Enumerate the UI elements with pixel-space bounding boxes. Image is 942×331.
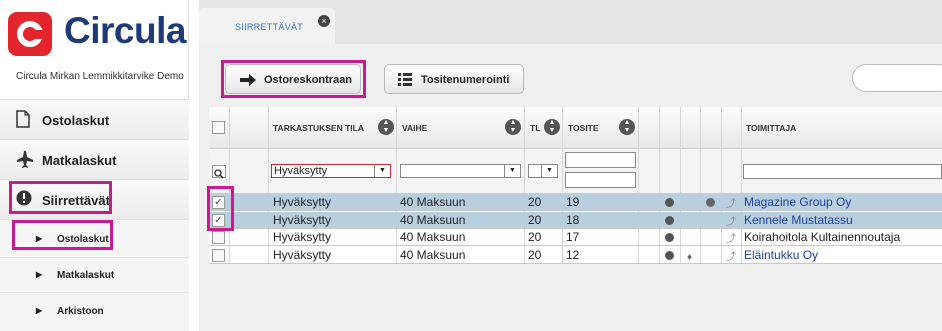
globe-icon[interactable] bbox=[706, 198, 715, 207]
renumber-button[interactable]: Tositenumerointi bbox=[384, 64, 524, 94]
row-status: Hyväksytty bbox=[273, 195, 332, 209]
renumber-button-label: Tositenumerointi bbox=[421, 74, 510, 86]
highlight-siirrettavat bbox=[9, 181, 112, 214]
row-stage: 40 Maksuun bbox=[400, 212, 466, 227]
row-status: Hyväksytty bbox=[273, 247, 332, 262]
info-icon[interactable] bbox=[665, 198, 674, 207]
logo-text: Circula bbox=[64, 10, 186, 51]
row-tl: 20 bbox=[528, 195, 542, 209]
row-tl: 20 bbox=[528, 212, 542, 227]
row-stage: 40 Maksuun bbox=[400, 247, 466, 262]
stage-filter-select[interactable]: ▼ bbox=[400, 164, 521, 178]
column-header-status[interactable]: TARKASTUKSEN TILA bbox=[273, 123, 364, 133]
row-tl: 20 bbox=[528, 230, 542, 244]
row-status: Hyväksytty bbox=[273, 212, 332, 227]
column-header-supplier[interactable]: TOIMITTAJA bbox=[746, 123, 796, 133]
grid-header: TARKASTUKSEN TILA ▲ ▼ VAIHE ▲ ▼ TL ▲ ▼ TOSI… bbox=[209, 107, 942, 149]
row-stage: 40 Maksuun bbox=[400, 230, 466, 244]
column-header-stage[interactable]: VAIHE bbox=[402, 123, 427, 133]
pdf-icon[interactable]: ⤴ bbox=[726, 196, 736, 213]
table-row[interactable]: ✓ Hyväksytty 40 Maksuun 20 18 ⤴ Kennele Mustat… bbox=[209, 211, 942, 231]
status-filter-value: Hyväksytty bbox=[274, 165, 328, 177]
status-filter-select[interactable]: Hyväksytty ▼ bbox=[271, 164, 391, 178]
info-icon[interactable] bbox=[665, 233, 674, 242]
row-status: Hyväksytty bbox=[273, 230, 332, 244]
sidebar: Circula Circula Mirkan Lemmikkitarvike D… bbox=[0, 0, 189, 331]
sidebar-subitem-label: Matkalaskut bbox=[57, 270, 115, 281]
sidebar-item-ostolaskut[interactable]: Ostolaskut bbox=[0, 99, 189, 139]
main-panel: SIIRRETTÄVÄT × Ostoreskontraan Tositenum… bbox=[199, 0, 942, 331]
document-icon bbox=[16, 110, 30, 133]
table-row[interactable]: Hyväksytty 40 Maksuun 20 12 ♦ ⤴ Eläintukku Oy bbox=[209, 247, 942, 264]
tl-filter-select[interactable]: ▼ bbox=[528, 164, 558, 178]
column-header-tl[interactable]: TL bbox=[530, 123, 540, 133]
row-supplier[interactable]: Magazine Group Oy bbox=[744, 194, 851, 211]
table-row[interactable]: ✓ Hyväksytty 40 Maksuun 20 19 ⤴ Magazine Group… bbox=[209, 194, 942, 211]
pdf-icon[interactable]: ⤴ bbox=[726, 249, 736, 266]
triangle-right-icon: ▶ bbox=[36, 270, 43, 279]
row-stage: 40 Maksuun bbox=[400, 195, 466, 209]
row-supplier[interactable]: Eläintukku Oy bbox=[744, 247, 818, 264]
filter-search-icon[interactable] bbox=[212, 165, 226, 179]
pdf-icon[interactable]: ⤴ bbox=[726, 231, 736, 248]
sort-icon[interactable]: ▲ ▼ bbox=[505, 119, 521, 135]
chevron-down-icon: ▼ bbox=[374, 165, 390, 177]
supplier-filter-input[interactable] bbox=[743, 164, 942, 179]
airplane-icon bbox=[16, 150, 34, 173]
select-all-checkbox[interactable] bbox=[212, 121, 225, 134]
info-icon[interactable] bbox=[665, 215, 674, 225]
sidebar-item-matkalaskut[interactable]: Matkalaskut bbox=[0, 139, 189, 179]
tab-siirrettavat[interactable]: SIIRRETTÄVÄT × bbox=[199, 8, 335, 44]
circula-logo-icon bbox=[8, 12, 52, 56]
filter-row: Hyväksytty ▼ ▼ ▼ bbox=[209, 150, 942, 194]
tab-label: SIIRRETTÄVÄT bbox=[235, 22, 304, 32]
doc-filter-from[interactable] bbox=[565, 152, 636, 168]
close-icon[interactable]: × bbox=[318, 15, 330, 27]
row-doc: 18 bbox=[566, 212, 580, 227]
highlight-selected-checkboxes bbox=[207, 186, 234, 231]
row-doc: 19 bbox=[566, 195, 580, 209]
doc-filter-to[interactable] bbox=[565, 172, 636, 188]
sidebar-subitem-matkalaskut[interactable]: ▶ Matkalaskut bbox=[0, 257, 189, 292]
row-supplier[interactable]: Kennele Mustatassu bbox=[744, 212, 853, 229]
row-supplier: Koirahoitola Kultainennoutaja bbox=[744, 230, 901, 244]
data-grid: TARKASTUKSEN TILA ▲ ▼ VAIHE ▲ ▼ TL ▲ ▼ TOSI… bbox=[209, 107, 942, 264]
chevron-down-icon: ▼ bbox=[541, 165, 557, 177]
row-checkbox[interactable] bbox=[212, 231, 225, 244]
sidebar-item-label: Matkalaskut bbox=[42, 153, 117, 168]
column-header-doc[interactable]: TOSITE bbox=[568, 123, 599, 133]
row-tl: 20 bbox=[528, 247, 542, 262]
row-doc: 17 bbox=[566, 230, 580, 244]
highlight-ostolaskut bbox=[12, 220, 113, 250]
search-input[interactable] bbox=[852, 64, 942, 92]
sort-icon[interactable]: ▲ ▼ bbox=[619, 119, 635, 135]
sidebar-subitem-arkistoon[interactable]: ▶ Arkistoon bbox=[0, 292, 189, 331]
sidebar-subitem-label: Arkistoon bbox=[57, 306, 104, 317]
company-name: Circula Mirkan Lemmikkitarvike Demo bbox=[16, 71, 184, 82]
sidebar-item-label: Ostolaskut bbox=[42, 113, 110, 128]
flame-icon: ♦ bbox=[687, 251, 693, 263]
chevron-down-icon: ▼ bbox=[504, 165, 520, 177]
tab-bar: SIIRRETTÄVÄT × bbox=[199, 0, 942, 44]
row-checkbox[interactable] bbox=[212, 248, 225, 262]
sort-icon[interactable]: ▲ ▼ bbox=[544, 119, 560, 135]
row-doc: 12 bbox=[566, 247, 580, 262]
sort-icon[interactable]: ▲ ▼ bbox=[378, 119, 394, 135]
highlight-transfer-button bbox=[221, 60, 366, 98]
pdf-icon[interactable]: ⤴ bbox=[726, 214, 736, 231]
triangle-right-icon: ▶ bbox=[36, 306, 43, 315]
list-icon bbox=[398, 73, 412, 89]
info-icon[interactable] bbox=[665, 250, 674, 260]
table-row[interactable]: Hyväksytty 40 Maksuun 20 17 ⤴ Koirahoitola Ku… bbox=[209, 229, 942, 246]
